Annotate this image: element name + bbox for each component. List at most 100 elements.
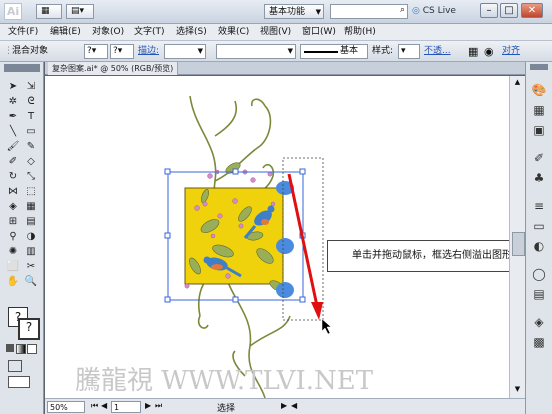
eraser-icon[interactable]: ◇	[23, 155, 39, 169]
menu-help[interactable]: 帮助(H)	[342, 25, 378, 40]
search-input[interactable]: ⌕	[330, 4, 408, 19]
next-artboard-icon[interactable]: ▶	[145, 401, 151, 410]
brushes-panel-icon[interactable]: ✐	[530, 150, 548, 166]
menu-type[interactable]: 文字(T)	[132, 25, 167, 40]
bridge-button[interactable]: ▦	[36, 4, 62, 19]
pen-tool-icon[interactable]: ✒	[5, 110, 21, 124]
color-guide-icon[interactable]: ▦	[530, 102, 548, 118]
opacity-link[interactable]: 不透...	[424, 44, 451, 59]
close-icon: ✕	[527, 5, 537, 16]
scroll-thumb[interactable]	[512, 232, 525, 256]
scroll-down-icon[interactable]: ▼	[512, 385, 523, 396]
fill-color-dropdown[interactable]: ?▾	[84, 44, 108, 59]
zoom-field[interactable]: 50%	[47, 401, 85, 413]
tools-panel-header[interactable]	[4, 64, 40, 72]
stroke-panel-icon[interactable]: ≡	[530, 198, 548, 214]
menu-window[interactable]: 窗口(W)	[300, 25, 338, 40]
screen-mode-icon[interactable]	[8, 376, 30, 388]
blob-brush-icon[interactable]: ✐	[5, 155, 21, 169]
color-panel-icon[interactable]: 🎨	[530, 82, 548, 98]
last-artboard-icon[interactable]: ⏭	[155, 401, 162, 411]
align-link[interactable]: 对齐	[502, 44, 520, 59]
scroll-left-icon[interactable]: ◀	[291, 401, 297, 410]
workspace-switcher[interactable]: 基本功能 ▼	[264, 4, 324, 19]
pencil-icon[interactable]: ✎	[23, 140, 39, 154]
artboard-number-field[interactable]: 1	[111, 401, 141, 413]
style-label: 样式:	[372, 46, 394, 56]
grip-icon: ⋮	[4, 46, 13, 56]
document-setup-icon[interactable]: ▦	[468, 44, 478, 59]
draw-mode-icon[interactable]	[8, 360, 22, 372]
shape-builder-icon[interactable]: ◈	[5, 200, 21, 214]
first-artboard-icon[interactable]: ⏮	[91, 401, 98, 411]
hand-tool-icon[interactable]: ✋	[5, 275, 21, 289]
gradient-tool-icon[interactable]: ▤	[23, 215, 39, 229]
symbols-panel-icon[interactable]: ♣	[530, 170, 548, 186]
line-tool-icon[interactable]: ╲	[5, 125, 21, 139]
close-button[interactable]: ✕	[521, 3, 543, 18]
artwork: 騰龍視 WWW.TLVI.NET	[75, 95, 374, 398]
document-tab[interactable]: 复杂图案.ai* @ 50% (RGB/预览)	[48, 62, 179, 75]
vertical-scrollbar[interactable]: ▲ ▼	[509, 76, 525, 398]
gradient-mode-icon[interactable]	[16, 344, 26, 354]
previous-artboard-icon[interactable]: ◀	[101, 401, 107, 410]
artboards-panel-icon[interactable]: ▩	[530, 334, 548, 350]
graphic-styles-panel-icon[interactable]: ▤	[530, 286, 548, 302]
cs-live-label: CS Live	[422, 6, 456, 16]
menu-file[interactable]: 文件(F)	[6, 25, 40, 40]
brush-definition[interactable]: 基本	[300, 44, 368, 59]
column-graph-icon[interactable]: ▥	[23, 245, 39, 259]
free-transform-icon[interactable]: ⬚	[23, 185, 39, 199]
menu-edit[interactable]: 编辑(E)	[48, 25, 83, 40]
stroke-swatch[interactable]: ?	[18, 318, 40, 340]
zoom-tool-icon[interactable]: 🔍	[23, 275, 39, 289]
gradient-panel-icon[interactable]: ▭	[530, 218, 548, 234]
artboard-tool-icon[interactable]: ⬜	[5, 260, 21, 274]
menu-effect[interactable]: 效果(C)	[216, 25, 251, 40]
width-tool-icon[interactable]: ⋈	[5, 185, 21, 199]
artboard-canvas[interactable]: 騰龍視 WWW.TLVI.NET	[45, 76, 509, 398]
minimize-button[interactable]: –	[480, 3, 498, 18]
none-mode-icon[interactable]	[27, 344, 37, 354]
color-mode-icon[interactable]	[6, 344, 14, 352]
arrange-documents-button[interactable]: ▤▾	[66, 4, 94, 19]
graphic-style-dropdown[interactable]: ▾	[398, 44, 420, 59]
variable-width-profile[interactable]: ▼	[216, 44, 296, 59]
mesh-tool-icon[interactable]: ⊞	[5, 215, 21, 229]
status-menu-icon[interactable]: ▶	[281, 401, 287, 410]
stroke-color-dropdown[interactable]: ?▾	[110, 44, 134, 59]
paintbrush-icon[interactable]: 🖌	[5, 140, 21, 154]
instruction-callout: 单击并拖动鼠标，框选右侧溢出图形	[327, 240, 537, 272]
swatches-panel-icon[interactable]: ▣	[530, 122, 548, 138]
recolor-icon[interactable]: ◉	[484, 44, 494, 59]
stroke-label[interactable]: 描边:	[138, 44, 159, 59]
menu-object[interactable]: 对象(O)	[90, 25, 126, 40]
type-tool-icon[interactable]: T	[23, 110, 39, 124]
scroll-up-icon[interactable]: ▲	[512, 78, 523, 89]
maximize-button[interactable]: □	[500, 3, 518, 18]
minimize-icon: –	[486, 5, 492, 16]
transparency-panel-icon[interactable]: ◐	[530, 238, 548, 254]
perspective-grid-icon[interactable]: ▦	[23, 200, 39, 214]
layers-panel-icon[interactable]: ◈	[530, 314, 548, 330]
cursor-icon	[321, 318, 332, 335]
slice-tool-icon[interactable]: ✂	[23, 260, 39, 274]
cs-live-button[interactable]: ◎ CS Live	[412, 4, 462, 19]
eyedropper-icon[interactable]: ⚲	[5, 230, 21, 244]
stroke-weight-field[interactable]: ▼	[164, 44, 206, 59]
appearance-panel-icon[interactable]: ◯	[530, 266, 548, 282]
direct-selection-tool-icon[interactable]: ⇲	[23, 80, 39, 94]
scale-tool-icon[interactable]: ⤡	[23, 170, 39, 184]
rotate-tool-icon[interactable]: ↻	[5, 170, 21, 184]
panel-dock-header[interactable]	[530, 64, 548, 70]
blend-tool-icon[interactable]: ◑	[23, 230, 39, 244]
tools-panel: ➤ ⇲ ✲ ᘓ ✒ T ╲ ▭ 🖌 ✎ ✐ ◇ ↻ ⤡ ⋈ ⬚ ◈ ▦ ⊞ ▤ …	[0, 62, 44, 414]
rectangle-tool-icon[interactable]: ▭	[23, 125, 39, 139]
chevron-down-icon: ▼	[315, 8, 321, 16]
selection-tool-icon[interactable]: ➤	[5, 80, 21, 94]
menu-select[interactable]: 选择(S)	[174, 25, 209, 40]
menu-view[interactable]: 视图(V)	[258, 25, 293, 40]
lasso-icon[interactable]: ᘓ	[23, 95, 39, 109]
symbol-sprayer-icon[interactable]: ✺	[5, 245, 21, 259]
magic-wand-icon[interactable]: ✲	[5, 95, 21, 109]
